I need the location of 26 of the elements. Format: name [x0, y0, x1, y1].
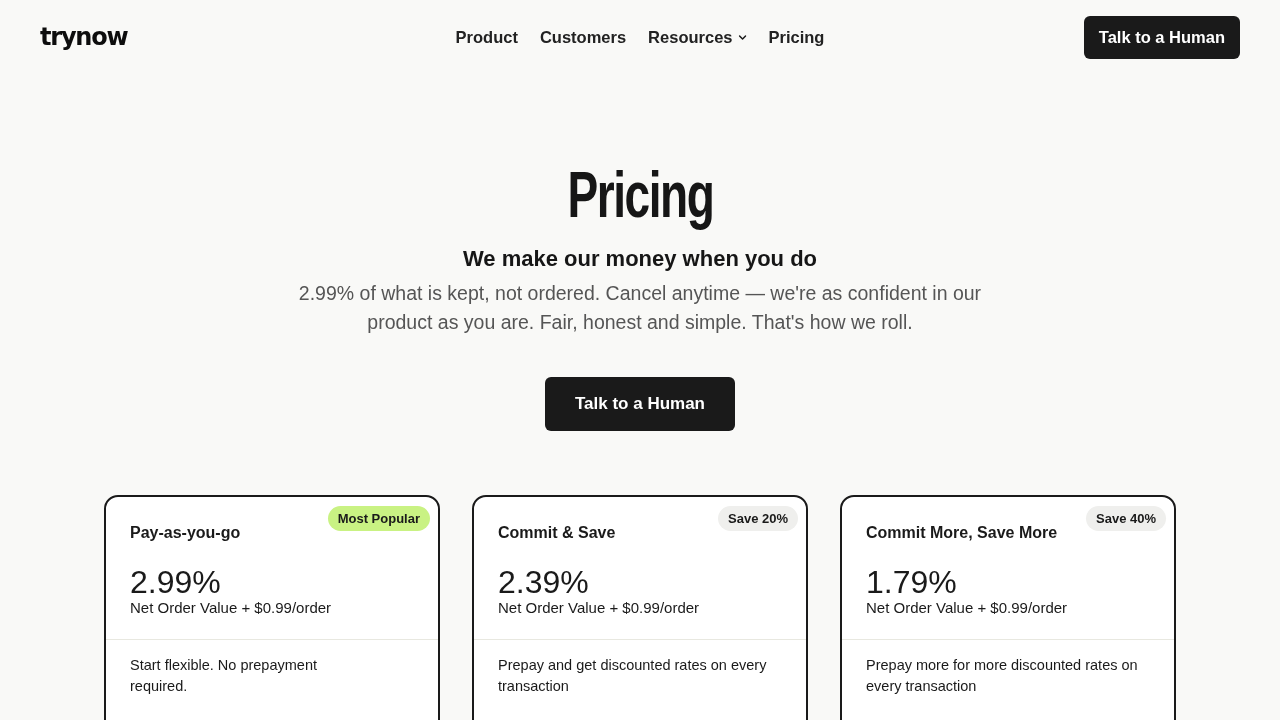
plan-name: Commit & Save — [498, 523, 617, 543]
chevron-down-icon — [738, 35, 747, 40]
plan-name: Pay-as-you-go — [130, 523, 242, 543]
plan-description: Prepay and get discounted rates on every transaction — [498, 656, 768, 696]
plan-rate: 2.39% — [498, 565, 590, 599]
plan-description: Prepay more for more discounted rates on every transaction — [866, 656, 1139, 696]
plan-description: Start flexible. No prepayment required. — [130, 656, 318, 696]
plan-badge: Save 20% — [718, 506, 798, 531]
rate-note: Net Order Value + $0.99/order — [866, 599, 1069, 617]
talk-to-human-button[interactable]: Talk to a Human — [545, 377, 735, 431]
plan-rate: 1.79% — [866, 565, 958, 599]
plan-badge: Most Popular — [327, 506, 430, 531]
nav-link[interactable]: Customers — [539, 28, 627, 47]
plan-rate: 2.99% — [130, 565, 222, 599]
plan-name: Commit More, Save More — [866, 523, 1059, 543]
nav-link[interactable]: Pricing — [768, 28, 825, 47]
page-title: Pricing — [566, 160, 714, 230]
rate-note: Net Order Value + $0.99/order — [130, 599, 333, 617]
plan-badge: Save 40% — [1086, 506, 1166, 531]
rate-note: Net Order Value + $0.99/order — [498, 599, 701, 617]
nav-link[interactable]: Resources — [648, 28, 747, 47]
talk-to-human-button[interactable]: Talk to a Human — [1083, 16, 1240, 59]
subtitle: We make our money when you do — [462, 245, 818, 273]
hero-description: 2.99% of what is kept, not ordered. Cancel anytime — we're as confident in our product as you are. Fair, honest and simple. That's how we roll. — [297, 281, 983, 335]
nav-link[interactable]: Product — [455, 28, 518, 47]
logo[interactable]: trynow — [40, 23, 128, 50]
